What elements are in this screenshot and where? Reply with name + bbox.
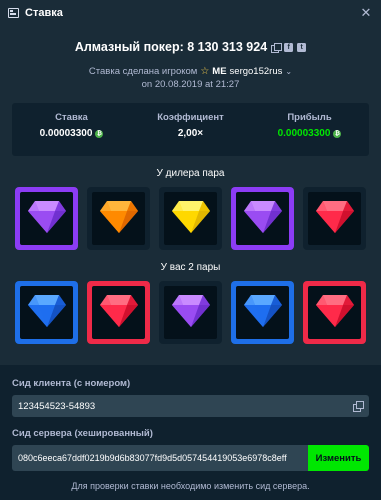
stat-profit: Прибыль 0.00003300 ₿ xyxy=(250,103,369,156)
server-seed-value: 080c6eeca67ddf0219b9d6b83077fd9d5d057454… xyxy=(18,453,287,463)
server-seed-row: 080c6eeca67ddf0219b9d6b83077fd9d5d057454… xyxy=(12,445,369,471)
dealer-card-1 xyxy=(15,187,78,250)
dealer-cards xyxy=(0,187,381,250)
bitcoin-icon: ₿ xyxy=(95,129,104,138)
dealer-card-4 xyxy=(231,187,294,250)
game-title-row: Алмазный покер: 8 130 313 924 f t xyxy=(0,40,381,54)
red-gem-icon xyxy=(99,294,139,331)
bitcoin-icon: ₿ xyxy=(333,129,342,138)
player-card-5 xyxy=(303,281,366,344)
dealer-card-face xyxy=(164,192,217,245)
star-icon: ☆ xyxy=(200,66,210,77)
facebook-icon[interactable]: f xyxy=(284,42,294,52)
modal-header: Ставка ✕ xyxy=(0,0,381,26)
bet-date: on 20.08.2019 at 21:27 xyxy=(141,79,240,90)
player-card-4 xyxy=(231,281,294,344)
copy-icon[interactable] xyxy=(271,42,283,53)
verification-note: Для проверки ставки необходимо изменить … xyxy=(71,481,310,491)
dealer-hand-label: У дилера пара xyxy=(156,168,225,179)
profit-value: 0.00003300 xyxy=(277,128,331,139)
multiplier-value-row: 2,00× xyxy=(131,128,250,139)
stat-multiplier: Коэффициент 2,00× xyxy=(131,103,250,156)
player-card-3 xyxy=(159,281,222,344)
bets-icon xyxy=(8,8,19,18)
server-seed-label: Сид сервера (хешированный) xyxy=(12,428,153,439)
purple-gem-icon xyxy=(243,200,283,237)
purple-gem-icon xyxy=(171,294,211,331)
chevron-down-icon[interactable]: ⌄ xyxy=(285,67,292,76)
player-card-face xyxy=(308,286,361,339)
blue-gem-icon xyxy=(243,294,283,331)
dealer-card-2 xyxy=(87,187,150,250)
fairness-panel: Сид клиента (с номером) 123454523-54893 … xyxy=(0,365,381,500)
twitter-icon[interactable]: t xyxy=(297,42,307,52)
dealer-card-3 xyxy=(159,187,222,250)
server-seed-field[interactable]: 080c6eeca67ddf0219b9d6b83077fd9d5d057454… xyxy=(12,445,308,471)
player-card-face xyxy=(236,286,289,339)
close-icon[interactable]: ✕ xyxy=(359,5,373,21)
bet-value-row: 0.00003300 ₿ xyxy=(12,128,131,139)
bet-label: Ставка xyxy=(55,112,88,123)
copy-icon[interactable] xyxy=(353,401,364,412)
change-seed-button[interactable]: Изменить xyxy=(308,445,369,471)
multiplier-value: 2,00× xyxy=(177,128,204,139)
game-title: Алмазный покер: 8 130 313 924 xyxy=(74,40,268,54)
profit-value-row: 0.00003300 ₿ xyxy=(250,128,369,139)
modal-title: Ставка xyxy=(25,7,63,19)
dealer-card-face xyxy=(20,192,73,245)
dealer-card-face xyxy=(308,192,361,245)
player-cards xyxy=(0,281,381,344)
client-seed-field[interactable]: 123454523-54893 xyxy=(12,395,369,417)
placed-by-text: Ставка сделана игроком xyxy=(88,66,198,77)
orange-gem-icon xyxy=(99,200,139,237)
stats-panel: Ставка 0.00003300 ₿ Коэффициент 2,00× Пр… xyxy=(12,103,369,156)
dealer-card-face xyxy=(236,192,289,245)
client-seed-value: 123454523-54893 xyxy=(18,400,96,412)
username-link[interactable]: sergo152rus xyxy=(230,66,283,77)
blue-gem-icon xyxy=(27,294,67,331)
client-seed-label: Сид клиента (с номером) xyxy=(12,378,131,389)
bet-value: 0.00003300 xyxy=(39,128,93,139)
red-gem-icon xyxy=(315,294,355,331)
stat-bet: Ставка 0.00003300 ₿ xyxy=(12,103,131,156)
dealer-card-5 xyxy=(303,187,366,250)
player-card-face xyxy=(92,286,145,339)
player-card-2 xyxy=(87,281,150,344)
purple-gem-icon xyxy=(27,200,67,237)
player-card-face xyxy=(20,286,73,339)
red-gem-icon xyxy=(315,200,355,237)
player-card-1 xyxy=(15,281,78,344)
placed-by-row: Ставка сделана игроком ☆ ME sergo152rus … xyxy=(0,66,381,77)
profit-label: Прибыль xyxy=(287,112,332,123)
bet-summary: Алмазный покер: 8 130 313 924 f t Ставка… xyxy=(0,26,381,90)
yellow-gem-icon xyxy=(171,200,211,237)
multiplier-label: Коэффициент xyxy=(157,112,224,123)
player-hand-label: У вас 2 пары xyxy=(160,262,221,273)
dealer-card-face xyxy=(92,192,145,245)
user-prefix: ME xyxy=(212,66,227,77)
player-card-face xyxy=(164,286,217,339)
